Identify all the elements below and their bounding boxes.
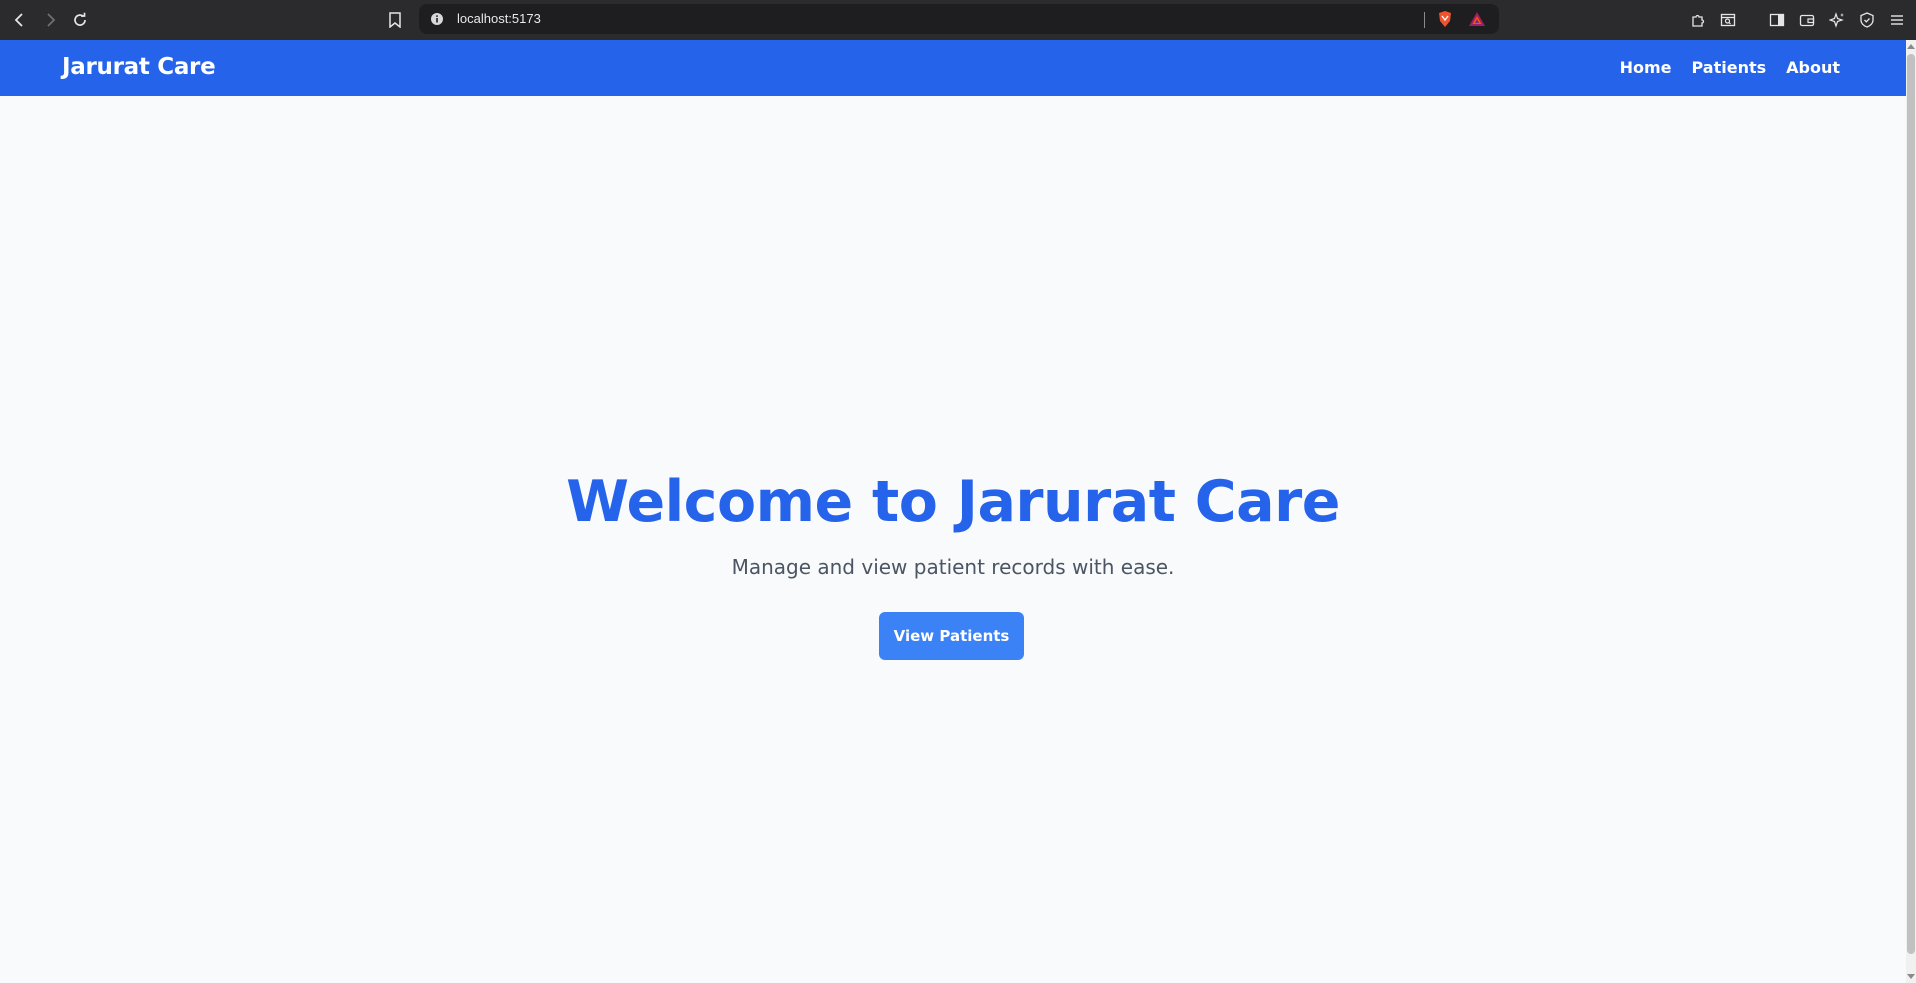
bookmark-icon[interactable]: [383, 8, 407, 32]
puzzle-icon[interactable]: [1686, 8, 1710, 32]
hero-subtitle: Manage and view patient records with eas…: [731, 555, 1175, 579]
hamburger-menu-icon[interactable]: [1885, 8, 1909, 32]
nav-link-about[interactable]: About: [1786, 58, 1840, 77]
nav-links: Home Patients About: [1620, 58, 1840, 77]
brave-rewards-icon[interactable]: [1468, 10, 1486, 28]
back-arrow-icon[interactable]: [8, 8, 32, 32]
forward-arrow-icon[interactable]: [38, 8, 62, 32]
wallet-icon[interactable]: [1795, 8, 1819, 32]
address-bar[interactable]: localhost:5173: [419, 4, 1499, 34]
nav-link-patients[interactable]: Patients: [1691, 58, 1766, 77]
hero-title: Welcome to Jarurat Care: [566, 469, 1340, 535]
brave-shields-icon[interactable]: [1436, 10, 1454, 28]
info-icon[interactable]: [429, 11, 445, 27]
url-text[interactable]: localhost:5173: [457, 11, 541, 26]
sidebar-icon[interactable]: [1765, 8, 1789, 32]
scrollbar-thumb[interactable]: [1907, 54, 1915, 954]
scroll-down-arrow-icon[interactable]: [1907, 974, 1915, 979]
hero-section: Welcome to Jarurat Care Manage and view …: [0, 96, 1906, 983]
sparkle-icon[interactable]: [1825, 8, 1849, 32]
reload-icon[interactable]: [68, 8, 92, 32]
app-navbar: Jarurat Care Home Patients About: [0, 40, 1906, 96]
brand-logo-text[interactable]: Jarurat Care: [62, 54, 216, 80]
shield-icon[interactable]: [1855, 8, 1879, 32]
browser-toolbar: localhost:5173: [0, 0, 1916, 40]
tab-search-icon[interactable]: [1716, 8, 1740, 32]
page-scrollbar[interactable]: [1906, 40, 1916, 983]
divider: [1424, 12, 1425, 28]
nav-link-home[interactable]: Home: [1620, 58, 1672, 77]
scroll-up-arrow-icon[interactable]: [1907, 44, 1915, 49]
view-patients-button[interactable]: View Patients: [879, 612, 1024, 660]
